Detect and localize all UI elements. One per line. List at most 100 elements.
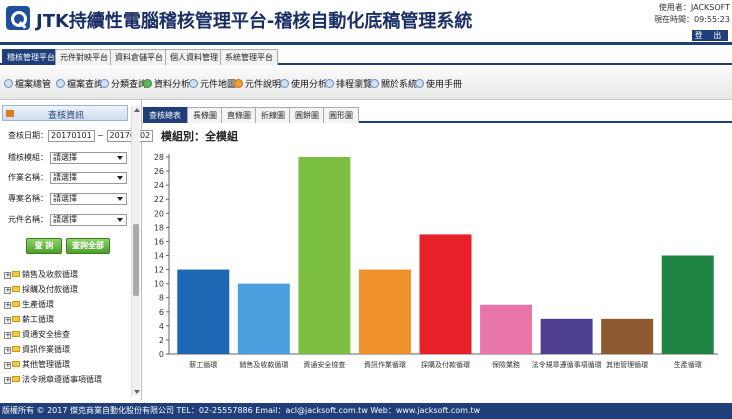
- folder-icon: [12, 271, 20, 277]
- menu-component-map[interactable]: 元件地圖: [189, 79, 236, 91]
- folder-icon: [12, 286, 20, 292]
- tab-audit-platform[interactable]: 稽核管理平台: [2, 49, 60, 65]
- tab-personal-data[interactable]: 個人資料管理: [165, 49, 223, 65]
- menu-usage-analysis[interactable]: 使用分析: [280, 79, 327, 91]
- tree-item[interactable]: + 法令規章遵循事項循環: [4, 374, 102, 385]
- tree-item[interactable]: + 資訊作業循環: [4, 344, 70, 355]
- y-tick-label: 26: [154, 167, 164, 176]
- tree-item[interactable]: + 薪工循環: [4, 314, 54, 325]
- y-tick-label: 20: [154, 209, 164, 218]
- tree-item[interactable]: + 生產循環: [4, 299, 54, 310]
- bar[interactable]: [661, 255, 714, 355]
- tree-label: 採購及付款循環: [22, 285, 78, 294]
- tree-item[interactable]: + 其他管理循環: [4, 359, 70, 370]
- bar[interactable]: [540, 318, 593, 354]
- chart-area: 查核總表 長條圖 直條圖 折線圖 圓餅圖 圓形圖 模組別：全模組 0 2 4 6 8 10…: [143, 100, 732, 400]
- menu-label: 排程瀏覽: [336, 80, 373, 90]
- expand-icon: +: [4, 271, 11, 279]
- tree-label: 資通安全檢查: [22, 330, 70, 339]
- tree-item[interactable]: + 採購及付款循環: [4, 284, 78, 295]
- x-tick-label: 銷售及收款循環: [239, 360, 288, 369]
- menu-label: 檔案查詢: [67, 80, 104, 90]
- folder-icon: [12, 331, 20, 337]
- project-label: 專案名稱：: [8, 194, 48, 203]
- menu-about[interactable]: 關於系統: [370, 79, 417, 91]
- bar[interactable]: [419, 234, 472, 354]
- tree-item[interactable]: + 資通安全檢查: [4, 329, 70, 340]
- about-icon: [370, 79, 379, 88]
- menu-user-manual[interactable]: 使用手冊: [415, 79, 462, 91]
- query-all-button[interactable]: 查詢全部: [66, 238, 110, 254]
- app-header: JTK持續性電腦稽核管理平台-稽核自動化底稿管理系統 使用者：JACKSOFT …: [0, 0, 732, 41]
- y-tick-label: 10: [154, 280, 164, 289]
- task-label: 作業名稱：: [8, 173, 48, 182]
- x-tick-label: 生產循環: [674, 360, 702, 369]
- component-row: 元件名稱： 請選擇: [8, 214, 130, 226]
- module-select[interactable]: 請選擇: [50, 152, 127, 164]
- logout-button[interactable]: 登 出: [692, 30, 728, 41]
- menu-file-query[interactable]: 檔案查詢: [56, 79, 103, 91]
- platform-tabs: 稽核管理平台 元件對映平台 資料倉儲平台 個人資料管理 系統管理平台: [0, 47, 732, 65]
- scroll-thumb[interactable]: [133, 224, 139, 296]
- tree-label: 銷售及收款循環: [22, 270, 78, 279]
- menu-label: 分類查詢: [111, 80, 148, 90]
- chevron-down-icon: [117, 197, 123, 201]
- info-icon: [234, 79, 243, 88]
- list-icon: [100, 79, 109, 88]
- expand-icon: +: [4, 286, 11, 294]
- y-tick-label: 2: [159, 336, 164, 345]
- expand-icon: +: [4, 316, 11, 324]
- menu-component-desc[interactable]: 元件說明: [234, 79, 281, 91]
- select-value: 請選擇: [53, 194, 77, 203]
- project-select[interactable]: 請選擇: [50, 193, 127, 205]
- chevron-down-icon: [117, 156, 123, 160]
- scroll-up-icon[interactable]: [134, 108, 140, 112]
- bar[interactable]: [177, 269, 230, 354]
- x-tick-label: 法令規章遵循事項循環: [532, 360, 602, 369]
- x-tick-label: 資訊作業循環: [364, 360, 406, 369]
- component-label: 元件名稱：: [8, 215, 48, 224]
- tab-data-warehouse[interactable]: 資料倉儲平台: [110, 49, 168, 65]
- query-panel: 查核資訊 查核日期： 20170101 ~ 20170302 稽核模組： 請選擇 …: [0, 100, 154, 400]
- date-from-input[interactable]: 20170101: [48, 130, 95, 142]
- date-label: 查核日期：: [8, 131, 48, 140]
- query-button[interactable]: 查 詢: [26, 238, 62, 254]
- y-tick-label: 12: [154, 266, 164, 275]
- menu-label: 使用手冊: [426, 80, 463, 90]
- tree-item[interactable]: + 銷售及收款循環: [4, 269, 78, 280]
- task-row: 作業名稱： 請選擇: [8, 172, 130, 184]
- y-tick-label: 8: [159, 294, 164, 303]
- component-select[interactable]: 請選擇: [50, 214, 127, 226]
- bar[interactable]: [237, 283, 290, 354]
- app-title: JTK持續性電腦稽核管理平台-稽核自動化底稿管理系統: [36, 11, 473, 32]
- bar[interactable]: [298, 157, 351, 354]
- task-select[interactable]: 請選擇: [50, 172, 127, 184]
- y-tick-label: 18: [154, 223, 164, 232]
- tree-label: 薪工循環: [22, 315, 54, 324]
- expand-icon: +: [4, 331, 11, 339]
- user-name: 使用者：JACKSOFT: [658, 3, 730, 12]
- bar[interactable]: [601, 318, 654, 354]
- search-icon: [56, 79, 65, 88]
- bar[interactable]: [358, 269, 411, 354]
- module-label: 稽核模組：: [8, 153, 48, 162]
- scroll-down-icon[interactable]: [134, 390, 140, 394]
- menu-file-manager[interactable]: 檔案總管: [4, 79, 51, 91]
- y-tick-label: 0: [159, 350, 164, 359]
- tab-component-mapping[interactable]: 元件對映平台: [55, 49, 113, 65]
- x-tick-label: 其他管理循環: [606, 360, 648, 369]
- menu-schedule-browse[interactable]: 排程瀏覽: [325, 79, 372, 91]
- menu-category-query[interactable]: 分類查詢: [100, 79, 147, 91]
- select-value: 請選擇: [53, 173, 77, 182]
- panel-scrollbar[interactable]: [131, 106, 140, 396]
- x-tick-label: 採購及付款循環: [421, 360, 470, 369]
- bar[interactable]: [480, 304, 533, 354]
- select-value: 請選擇: [53, 215, 77, 224]
- menu-label: 關於系統: [381, 80, 418, 90]
- tab-system-admin[interactable]: 系統管理平台: [220, 49, 278, 65]
- y-tick-label: 28: [154, 153, 164, 162]
- menu-label: 檔案總管: [15, 80, 52, 90]
- y-tick-label: 24: [154, 181, 164, 190]
- chart-icon: [143, 79, 152, 88]
- menu-data-analysis[interactable]: 資料分析: [143, 79, 190, 91]
